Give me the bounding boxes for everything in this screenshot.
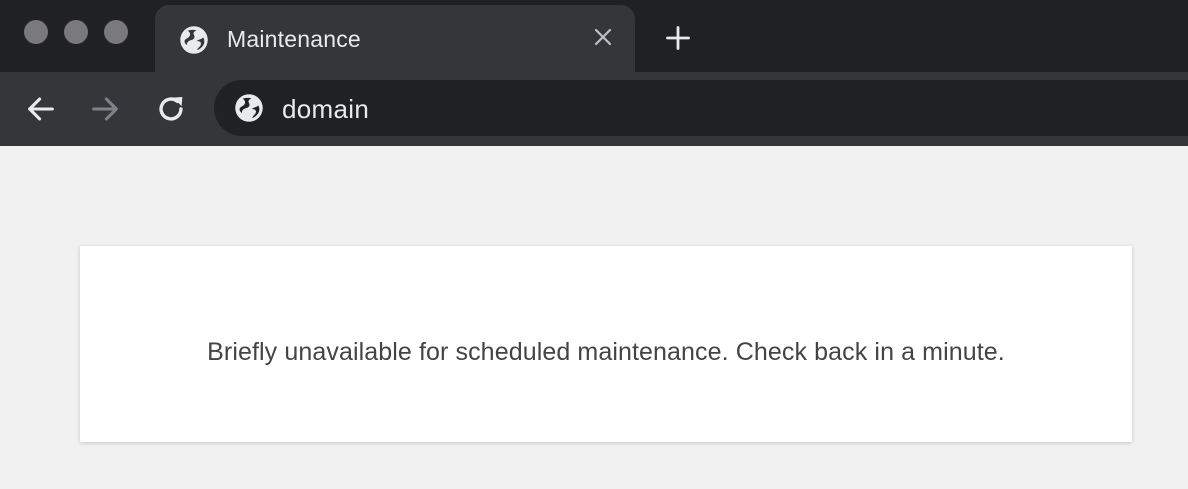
minimize-window-button[interactable]: [64, 20, 88, 44]
window-controls: [24, 20, 128, 44]
maximize-window-button[interactable]: [104, 20, 128, 44]
globe-icon: [235, 94, 263, 122]
plus-icon[interactable]: [664, 24, 692, 52]
close-window-button[interactable]: [24, 20, 48, 44]
address-bar[interactable]: domain: [214, 80, 1188, 136]
address-text[interactable]: domain: [282, 94, 369, 125]
browser-toolbar: domain: [0, 72, 1188, 146]
maintenance-card: Briefly unavailable for scheduled mainte…: [80, 246, 1132, 442]
page-viewport: Briefly unavailable for scheduled mainte…: [0, 146, 1188, 489]
maintenance-message: Briefly unavailable for scheduled mainte…: [207, 338, 1005, 366]
arrow-right-icon[interactable]: [88, 92, 122, 126]
globe-icon: [180, 26, 208, 54]
reload-icon[interactable]: [154, 92, 188, 126]
close-icon[interactable]: [591, 25, 615, 49]
arrow-left-icon[interactable]: [24, 92, 58, 126]
browser-window: Maintenance domain Briefly unavailable f…: [0, 0, 1188, 489]
tab-maintenance[interactable]: Maintenance: [155, 5, 635, 72]
tab-title: Maintenance: [227, 26, 361, 52]
tab-strip: Maintenance: [0, 0, 1188, 72]
